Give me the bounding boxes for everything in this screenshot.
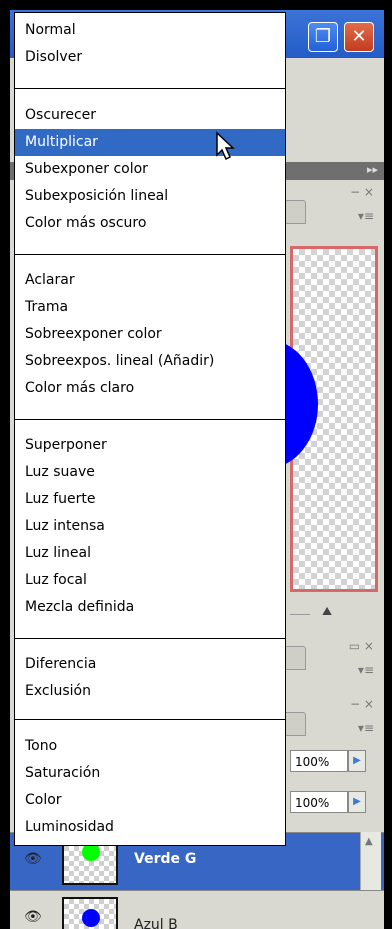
scroll-up-icon[interactable]: ▲ <box>365 836 373 847</box>
menu-item-luz-focal[interactable]: Luz focal <box>15 567 285 594</box>
menu-item-luz-fuerte[interactable]: Luz fuerte <box>15 486 285 513</box>
menu-separator <box>15 719 285 720</box>
menu-item-trama[interactable]: Trama <box>15 294 285 321</box>
menu-separator <box>15 88 285 89</box>
menu-item-sobreexponer-color[interactable]: Sobreexponer color <box>15 321 285 348</box>
mountain-icon[interactable]: ⛰ <box>322 604 332 619</box>
fill-field[interactable]: 100% <box>290 791 348 813</box>
panel2-menu-icon[interactable]: ▾≡ <box>358 664 374 676</box>
menu-item-color-mas-claro[interactable]: Color más claro <box>15 375 285 402</box>
layer-row-azul[interactable]: 👁 Azul B <box>10 890 384 929</box>
close-window-button[interactable]: ✕ <box>344 22 374 52</box>
panel-close-icon[interactable]: − × <box>350 186 374 198</box>
panel2-close-icon[interactable]: ▭ × <box>349 640 374 652</box>
layer-thumbnail <box>62 897 118 929</box>
menu-item-luz-intensa[interactable]: Luz intensa <box>15 513 285 540</box>
menu-item-aclarar[interactable]: Aclarar <box>15 267 285 294</box>
menu-item-color-mas-oscuro[interactable]: Color más oscuro <box>15 210 285 237</box>
close-icon: ✕ <box>351 26 367 47</box>
layer-name: Verde G <box>134 851 197 867</box>
menu-item-oscurecer[interactable]: Oscurecer <box>15 102 285 129</box>
restore-window-button[interactable]: ❐ <box>308 22 338 52</box>
opacity-arrow-icon[interactable]: ▶ <box>348 750 366 772</box>
mouse-pointer-icon <box>216 131 235 161</box>
menu-item-exclusion[interactable]: Exclusión <box>15 678 285 705</box>
menu-item-disolver[interactable]: Disolver <box>15 44 285 71</box>
layer-name: Azul B <box>134 917 178 929</box>
menu-item-tono[interactable]: Tono <box>15 733 285 760</box>
layers-panel-close-icon[interactable]: − × <box>350 698 374 710</box>
panel-menu-icon[interactable]: ▾≡ <box>358 210 374 222</box>
menu-item-color[interactable]: Color <box>15 787 285 814</box>
fill-arrow-icon[interactable]: ▶ <box>348 791 366 813</box>
menu-item-multiplicar[interactable]: Multiplicar <box>15 129 285 156</box>
menu-separator <box>15 254 285 255</box>
opacity-field[interactable]: 100% <box>290 750 348 772</box>
zoom-slider[interactable] <box>290 614 310 615</box>
menu-item-normal[interactable]: Normal <box>15 17 285 44</box>
menu-item-subexposicion-lineal[interactable]: Subexposición lineal <box>15 183 285 210</box>
menu-item-luminosidad[interactable]: Luminosidad <box>15 814 285 841</box>
layers-menu-icon[interactable]: ▾≡ <box>358 722 374 734</box>
menu-item-superponer[interactable]: Superponer <box>15 432 285 459</box>
menu-separator <box>15 638 285 639</box>
restore-icon: ❐ <box>314 26 332 47</box>
blend-mode-menu: Normal Disolver Oscurecer Multiplicar Su… <box>14 12 286 846</box>
eye-icon[interactable]: 👁 <box>24 851 42 867</box>
menu-separator <box>15 419 285 420</box>
menu-item-luz-lineal[interactable]: Luz lineal <box>15 540 285 567</box>
menu-item-diferencia[interactable]: Diferencia <box>15 651 285 678</box>
menu-item-subexponer-color[interactable]: Subexponer color <box>15 156 285 183</box>
menu-item-luz-suave[interactable]: Luz suave <box>15 459 285 486</box>
blue-dot <box>82 909 100 927</box>
navigator-zoom-bar: ⛰ <box>286 604 378 624</box>
layers-scrollbar[interactable]: ▲ <box>360 832 381 890</box>
menu-item-mezcla-definida[interactable]: Mezcla definida <box>15 594 285 621</box>
menu-item-saturacion[interactable]: Saturación <box>15 760 285 787</box>
collapse-panels-icon[interactable]: ▸▸ <box>367 163 378 176</box>
menu-item-sobreexpos-lineal[interactable]: Sobreexpos. lineal (Añadir) <box>15 348 285 375</box>
eye-icon[interactable]: 👁 <box>24 909 42 925</box>
